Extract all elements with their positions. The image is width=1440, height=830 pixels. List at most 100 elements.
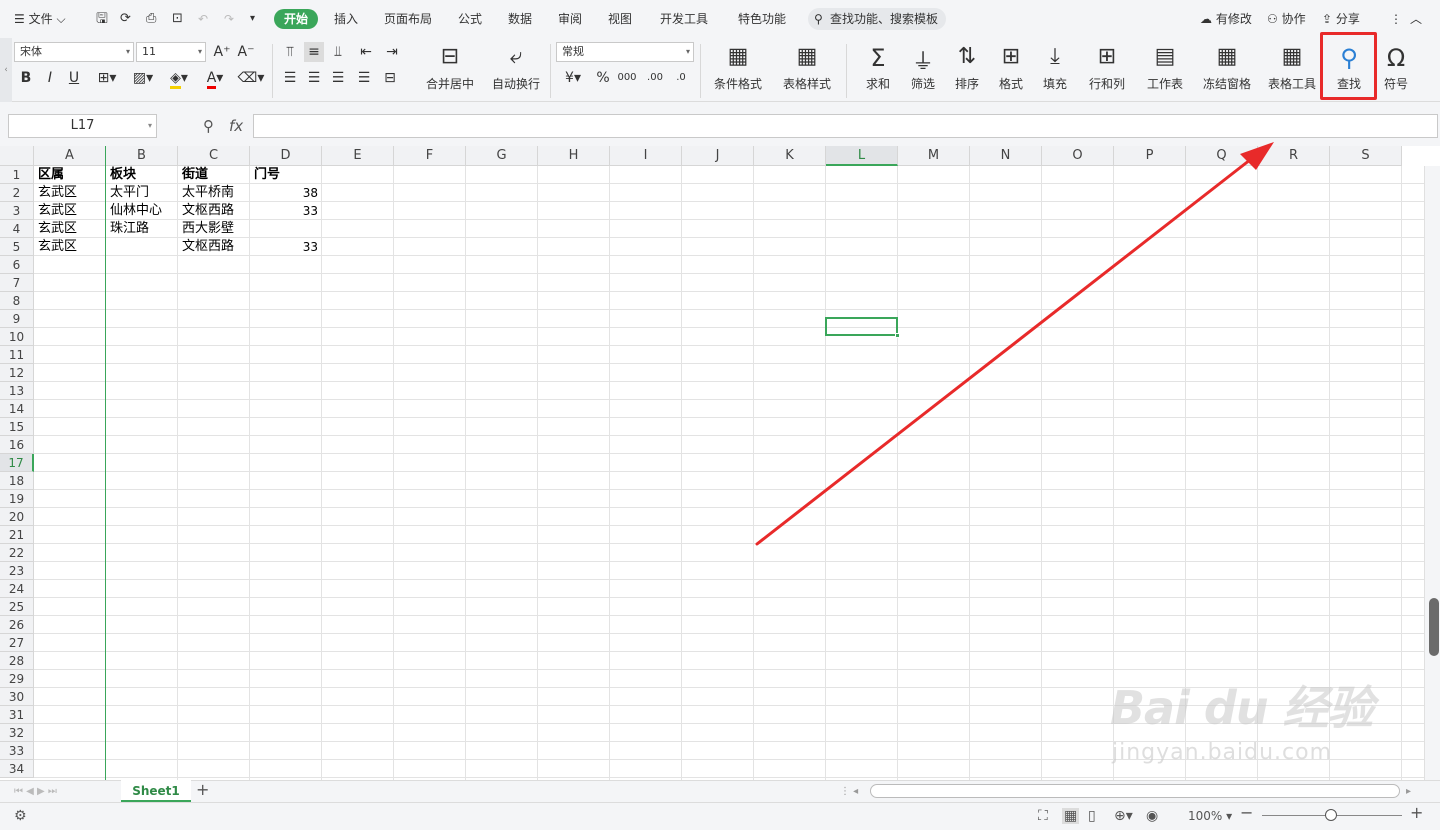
column-header-g[interactable]: G <box>466 146 538 166</box>
row-header-29[interactable]: 29 <box>0 670 34 688</box>
name-box[interactable]: L17 ▾ <box>8 114 157 138</box>
row-header-9[interactable]: 9 <box>0 310 34 328</box>
cell-b1[interactable]: 板块 <box>107 166 177 184</box>
tab-formula[interactable]: 公式 <box>458 9 482 29</box>
more-icon[interactable]: ⋮ <box>1390 9 1402 29</box>
increase-font-icon[interactable]: A⁺ <box>212 42 232 62</box>
column-header-h[interactable]: H <box>538 146 610 166</box>
horizontal-scrollbar[interactable] <box>870 784 1400 798</box>
cell-d3[interactable]: 33 <box>251 202 321 220</box>
fill-handle[interactable] <box>895 333 900 338</box>
row-header-27[interactable]: 27 <box>0 634 34 652</box>
hscroll-right-icon[interactable]: ▸ <box>1406 784 1411 800</box>
align-middle-icon[interactable]: ≡ <box>304 42 324 62</box>
row-header-19[interactable]: 19 <box>0 490 34 508</box>
tab-start[interactable]: 开始 <box>274 9 319 29</box>
row-header-23[interactable]: 23 <box>0 562 34 580</box>
row-header-5[interactable]: 5 <box>0 238 34 256</box>
quick-access-dropdown-icon[interactable]: ▾ <box>250 9 255 29</box>
number-format-select[interactable]: 常规 ▾ <box>556 42 694 62</box>
zoom-in-icon[interactable]: + <box>1410 805 1423 821</box>
freeze-panes-button[interactable]: ▦ 冻结窗格 <box>1196 42 1258 100</box>
row-header-33[interactable]: 33 <box>0 742 34 760</box>
row-header-32[interactable]: 32 <box>0 724 34 742</box>
zoom-icon[interactable]: ⚲ <box>203 117 214 135</box>
distributed-icon[interactable]: ⊟ <box>380 68 400 88</box>
column-header-c[interactable]: C <box>178 146 250 166</box>
formula-input[interactable] <box>253 114 1438 138</box>
font-name-select[interactable]: 宋体 ▾ <box>14 42 134 62</box>
cell-c3[interactable]: 文枢西路 <box>179 202 249 220</box>
bold-icon[interactable]: B <box>16 68 36 88</box>
font-size-select[interactable]: 11 ▾ <box>136 42 206 62</box>
align-right-icon[interactable]: ☰ <box>328 68 348 88</box>
row-header-6[interactable]: 6 <box>0 256 34 274</box>
cell-a5[interactable]: 玄武区 <box>35 238 105 256</box>
increase-decimal-icon[interactable]: .00 <box>644 68 666 88</box>
feature-search-box[interactable]: ⚲ 查找功能、搜索模板 <box>808 8 946 30</box>
row-header-22[interactable]: 22 <box>0 544 34 562</box>
print-icon[interactable]: ⎙ <box>146 9 156 29</box>
outdent-icon[interactable]: ⇤ <box>356 42 376 62</box>
cell-c2[interactable]: 太平桥南 <box>179 184 249 202</box>
table-style-button[interactable]: ▦ 表格样式 <box>776 42 838 100</box>
column-header-p[interactable]: P <box>1114 146 1186 166</box>
print-preview-icon[interactable]: ⊡ <box>172 9 183 29</box>
row-header-21[interactable]: 21 <box>0 526 34 544</box>
undo-icon[interactable]: ↶ <box>198 9 208 29</box>
vertical-scrollbar[interactable] <box>1424 166 1440 780</box>
tab-view[interactable]: 视图 <box>608 9 632 29</box>
row-header-13[interactable]: 13 <box>0 382 34 400</box>
decrease-font-icon[interactable]: A⁻ <box>236 42 256 62</box>
column-header-s[interactable]: S <box>1330 146 1402 166</box>
cell-b4[interactable]: 珠江路 <box>107 220 177 238</box>
column-header-a[interactable]: A <box>34 146 106 166</box>
row-header-15[interactable]: 15 <box>0 418 34 436</box>
row-header-16[interactable]: 16 <box>0 436 34 454</box>
row-col-button[interactable]: ⊞ 行和列 <box>1080 42 1134 100</box>
column-header-q[interactable]: Q <box>1186 146 1258 166</box>
font-color-icon[interactable]: A▾ <box>200 68 230 89</box>
thousands-icon[interactable]: 000 <box>616 68 638 88</box>
column-header-j[interactable]: J <box>682 146 754 166</box>
column-header-b[interactable]: B <box>106 146 178 166</box>
tab-page-layout[interactable]: 页面布局 <box>384 9 432 29</box>
table-tools-button[interactable]: ▦ 表格工具 <box>1262 42 1322 100</box>
fx-icon[interactable]: fx <box>229 117 243 135</box>
row-header-7[interactable]: 7 <box>0 274 34 292</box>
clear-icon[interactable]: ⌫▾ <box>236 68 266 88</box>
selected-cell[interactable] <box>825 317 898 336</box>
decrease-decimal-icon[interactable]: .0 <box>670 68 692 88</box>
cell-d1[interactable]: 门号 <box>251 166 321 184</box>
fill-color-icon[interactable]: ◈▾ <box>164 68 194 89</box>
cell-a2[interactable]: 玄武区 <box>35 184 105 202</box>
add-sheet-icon[interactable]: + <box>196 782 209 798</box>
percent-icon[interactable]: % <box>594 68 612 88</box>
column-header-d[interactable]: D <box>250 146 322 166</box>
sum-button[interactable]: Σ 求和 <box>858 42 898 100</box>
eye-protection-icon[interactable]: ◉ <box>1146 808 1158 824</box>
row-header-14[interactable]: 14 <box>0 400 34 418</box>
cell-c4[interactable]: 西大影壁 <box>179 220 249 238</box>
row-header-12[interactable]: 12 <box>0 364 34 382</box>
cell-a1[interactable]: 区属 <box>35 166 105 184</box>
tab-data[interactable]: 数据 <box>508 9 532 29</box>
row-header-28[interactable]: 28 <box>0 652 34 670</box>
worksheet-button[interactable]: ▤ 工作表 <box>1138 42 1192 100</box>
macro-icon[interactable]: ⚙ <box>14 808 27 824</box>
save-icon[interactable]: 🖫 <box>96 9 108 29</box>
cell-a3[interactable]: 玄武区 <box>35 202 105 220</box>
file-menu[interactable]: ☰ 文件 ⌵ <box>14 9 66 29</box>
cell-d5[interactable]: 33 <box>251 238 321 256</box>
cell-style-icon[interactable]: ▨▾ <box>128 68 158 88</box>
tab-review[interactable]: 审阅 <box>558 9 582 29</box>
align-center-icon[interactable]: ☰ <box>304 68 324 88</box>
column-header-e[interactable]: E <box>322 146 394 166</box>
tab-insert[interactable]: 插入 <box>334 9 358 29</box>
merge-center-button[interactable]: ⊟ 合并居中 <box>418 42 482 100</box>
column-header-r[interactable]: R <box>1258 146 1330 166</box>
select-all-corner[interactable] <box>0 146 34 166</box>
cell-b2[interactable]: 太平门 <box>107 184 177 202</box>
cell-c5[interactable]: 文枢西路 <box>179 238 249 256</box>
vertical-scroll-thumb[interactable] <box>1429 598 1439 656</box>
